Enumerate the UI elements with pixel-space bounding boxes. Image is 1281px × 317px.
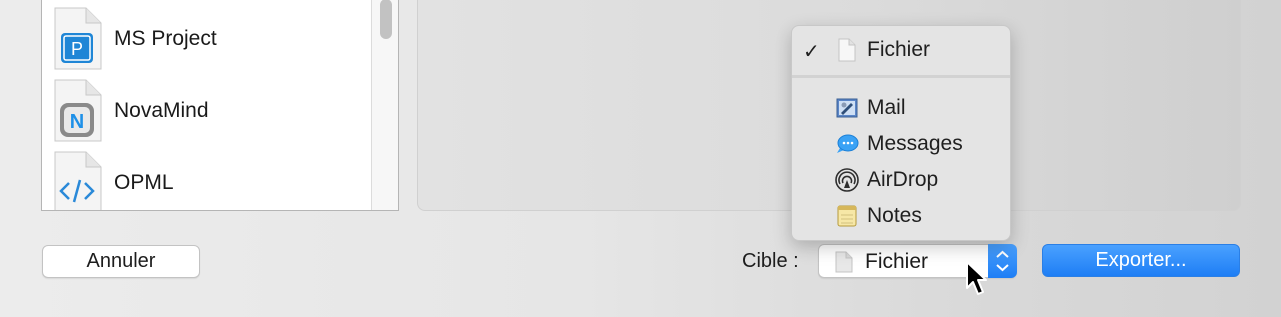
format-list-scrollbar[interactable] — [371, 0, 398, 210]
export-button[interactable]: Exporter... — [1042, 244, 1240, 277]
format-label: OPML — [114, 171, 174, 194]
menu-item-label: Messages — [867, 132, 963, 155]
menu-item-airdrop[interactable]: AirDrop — [792, 163, 1010, 197]
chevron-updown-icon[interactable] — [988, 244, 1017, 278]
notes-icon — [835, 204, 859, 228]
ms-project-file-icon: P — [52, 7, 104, 71]
document-icon — [835, 251, 853, 278]
menu-item-mail[interactable]: Mail — [792, 91, 1010, 125]
menu-item-fichier[interactable]: ✓ Fichier — [792, 33, 1010, 67]
scrollbar-thumb[interactable] — [380, 0, 392, 39]
svg-text:N: N — [70, 111, 84, 133]
mail-icon — [835, 96, 859, 120]
format-item-opml[interactable]: OPML — [52, 151, 372, 210]
svg-text:P: P — [71, 39, 83, 59]
mouse-pointer-icon — [965, 260, 991, 303]
menu-item-label: Fichier — [867, 38, 931, 61]
novamind-file-icon: N — [52, 79, 104, 143]
opml-file-icon — [52, 151, 104, 210]
target-menu: ✓ Fichier Mail Messages AirDrop Notes — [791, 25, 1011, 241]
messages-icon — [835, 132, 859, 156]
document-icon — [835, 38, 859, 62]
checkmark-icon: ✓ — [803, 41, 820, 63]
menu-separator — [792, 75, 1010, 78]
target-label: Cible : — [742, 250, 799, 272]
format-item-novamind[interactable]: N NovaMind — [52, 79, 372, 143]
format-label: MS Project — [114, 27, 217, 50]
target-select-value: Fichier — [865, 250, 929, 273]
cancel-button[interactable]: Annuler — [42, 245, 200, 278]
menu-item-notes[interactable]: Notes — [792, 199, 1010, 233]
menu-item-label: AirDrop — [867, 168, 939, 191]
export-format-list[interactable]: P MS Project N NovaMind OPML — [41, 0, 399, 211]
menu-item-label: Notes — [867, 204, 922, 227]
menu-item-messages[interactable]: Messages — [792, 127, 1010, 161]
format-label: NovaMind — [114, 99, 209, 122]
airdrop-icon — [835, 168, 859, 192]
format-item-ms-project[interactable]: P MS Project — [52, 7, 372, 71]
menu-item-label: Mail — [867, 96, 906, 119]
